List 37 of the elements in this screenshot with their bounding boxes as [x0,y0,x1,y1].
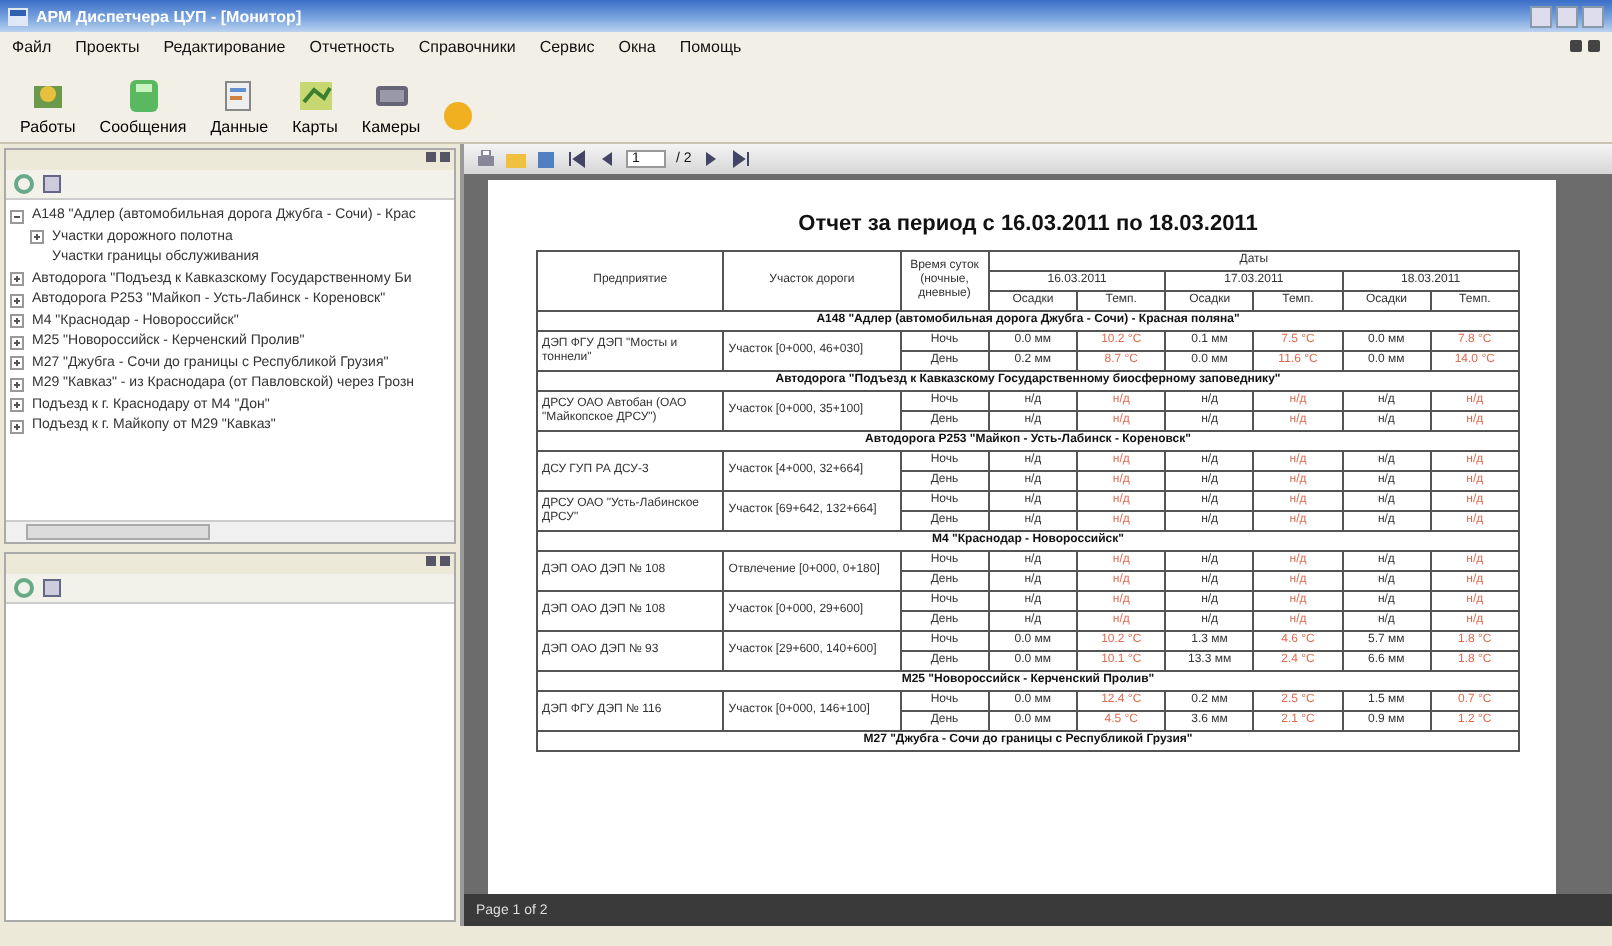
menu-item[interactable]: Проекты [75,37,140,55]
maximize-button[interactable] [1556,5,1578,27]
expand-icon[interactable] [10,293,24,308]
report-title: Отчет за период с 16.03.2011 по 18.03.2011 [796,212,1260,236]
close-button[interactable] [1588,40,1600,52]
expand-icon[interactable] [10,314,24,329]
menu-item[interactable]: Справочники [418,37,516,55]
menu-item[interactable]: Отчетность [309,37,395,55]
horizontal-scrollbar[interactable] [6,520,454,542]
menu-item[interactable]: Помощь [679,37,742,55]
toolbar-button[interactable]: Работы [16,78,80,136]
menu-item[interactable]: Редактирование [163,37,286,55]
expand-icon[interactable] [10,398,24,413]
save-icon[interactable] [536,150,556,168]
first-page-icon[interactable] [566,150,586,168]
minimize-button[interactable] [1530,5,1552,27]
map-icon [297,78,334,114]
collapse-icon[interactable] [10,209,24,224]
expand-icon[interactable] [30,230,44,245]
menu-item[interactable]: Файл [12,37,52,55]
expand-icon[interactable] [10,356,24,371]
app-icon [8,7,28,25]
window-title: АРМ Диспетчера ЦУП - [Монитор] [36,7,302,25]
expand-icon[interactable] [10,335,24,350]
minimize-button[interactable] [1570,40,1582,52]
close-button[interactable] [1582,5,1604,27]
expand-icon[interactable] [10,377,24,392]
menu-item[interactable]: Окна [618,37,656,55]
toolbar-button[interactable]: Камеры [357,78,425,136]
toolbar-button[interactable]: Сообщения [95,78,191,136]
expand-icon[interactable] [10,272,24,287]
toolbar-button[interactable]: Карты [288,78,342,136]
last-page-icon[interactable] [731,150,752,168]
expand-icon[interactable] [10,419,24,434]
menu-item[interactable]: Сервис [539,37,595,55]
print-icon[interactable] [476,150,496,168]
toolbar-button[interactable]: Данные [206,78,273,136]
